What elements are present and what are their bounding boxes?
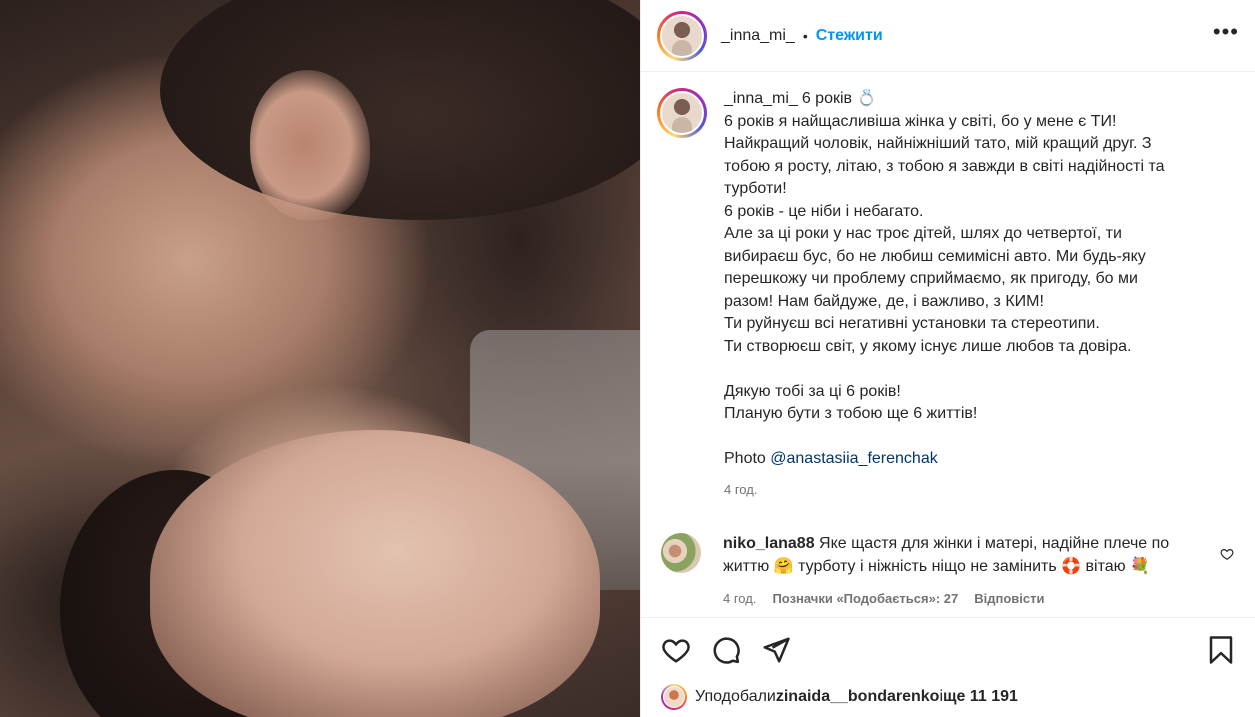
caption-line-0: _inna_mi_ 6 років 💍: [724, 90, 877, 107]
more-options-icon[interactable]: •••: [1213, 20, 1239, 51]
commenter-avatar[interactable]: [661, 533, 701, 573]
comment-meta: 4 год. Позначки «Подобається»: 27 Відпов…: [723, 588, 1203, 611]
header-separator: •: [802, 27, 808, 44]
caption-line: Найкращий чоловік, найніжніший тато, мій…: [724, 135, 1152, 152]
post-header: _inna_mi_ • Стежити •••: [641, 0, 1255, 72]
caption-line: турботи!: [724, 180, 787, 197]
comment-bubble-icon[interactable]: [711, 635, 741, 665]
comment-text-cont: життю 🤗 турботу і ніжність ніщо не замін…: [723, 557, 1150, 575]
caption-line: вибираєш бус, бо не любиш семимісні авто…: [724, 247, 1146, 265]
caption-photo-credit: Photo @anastasiia_ferenchak: [724, 450, 938, 467]
bookmark-icon[interactable]: [1206, 635, 1236, 665]
caption: _inna_mi_ 6 років 💍 6 років я найщасливіш…: [657, 88, 1242, 501]
caption-line: Дякую тобі за ці 6 років!: [724, 382, 901, 400]
comment-text: Яке щастя для жінки і матері, надійне пл…: [814, 535, 1170, 552]
photo-face-shape: [150, 430, 600, 717]
follow-button[interactable]: Стежити: [816, 27, 883, 45]
caption-line: Планую бути з тобою ще 6 життів!: [724, 405, 978, 422]
photo-head-shape: [160, 0, 640, 220]
caption-line: Ти руйнуєш всі негативні установки та ст…: [724, 315, 1100, 332]
caption-line: тобою я росту, літаю, з тобою я завжди в…: [724, 157, 1165, 175]
author-username[interactable]: _inna_mi_: [721, 27, 795, 45]
caption-line: Але за ці роки у нас троє дітей, шлях до…: [724, 225, 1122, 242]
post-actions-bar: [641, 617, 1255, 681]
caption-text: _inna_mi_ 6 років 💍 6 років я найщасливіш…: [724, 88, 1196, 501]
liker-avatar[interactable]: [661, 684, 687, 710]
caption-author-avatar[interactable]: [657, 88, 707, 138]
post-photo[interactable]: [0, 0, 640, 717]
comment-body: niko_lana88 Яке щастя для жінки і матері…: [723, 533, 1203, 611]
post-timestamp[interactable]: 4 год.: [724, 479, 1196, 502]
likes-count[interactable]: ще 11 191: [943, 688, 1018, 706]
share-paper-plane-icon[interactable]: [761, 635, 791, 665]
comment-timestamp[interactable]: 4 год.: [723, 588, 756, 611]
caption-line: 6 років я найщасливіша жінка у світі, бо…: [724, 112, 1117, 130]
comment-like-heart-icon[interactable]: [1220, 547, 1234, 561]
caption-line: перешкожу чи проблему сприймаємо, як при…: [724, 270, 1138, 287]
caption-line: Ти створюєш світ, у якому існує лише люб…: [724, 337, 1132, 355]
likes-prefix: Уподобали: [695, 688, 776, 705]
author-avatar[interactable]: [657, 10, 707, 61]
caption-area: _inna_mi_ 6 років 💍 6 років я найщасливіш…: [657, 88, 1242, 501]
reply-button[interactable]: Відповісти: [974, 588, 1044, 611]
like-heart-icon[interactable]: [661, 635, 691, 665]
caption-line: разом! Нам байдуже, де, і важливо, з КИМ…: [724, 292, 1044, 310]
caption-username[interactable]: _inna_mi_: [724, 90, 798, 107]
comment-item: niko_lana88 Яке щастя для жінки і матері…: [661, 533, 1246, 611]
caption-line: 6 років - це ніби і небагато.: [724, 202, 924, 220]
comment-likes-count[interactable]: Позначки «Подобається»: 27: [772, 588, 958, 611]
likes-summary: Уподобали zinaida__bondarenko і ще 11 19…: [661, 684, 1018, 710]
liker-username[interactable]: zinaida__bondarenko: [776, 688, 940, 706]
commenter-username[interactable]: niko_lana88: [723, 535, 815, 552]
post-side-panel: _inna_mi_ • Стежити ••• _inna_mi_ 6 років…: [640, 0, 1255, 717]
photographer-mention-link[interactable]: @anastasiia_ferenchak: [770, 450, 937, 467]
